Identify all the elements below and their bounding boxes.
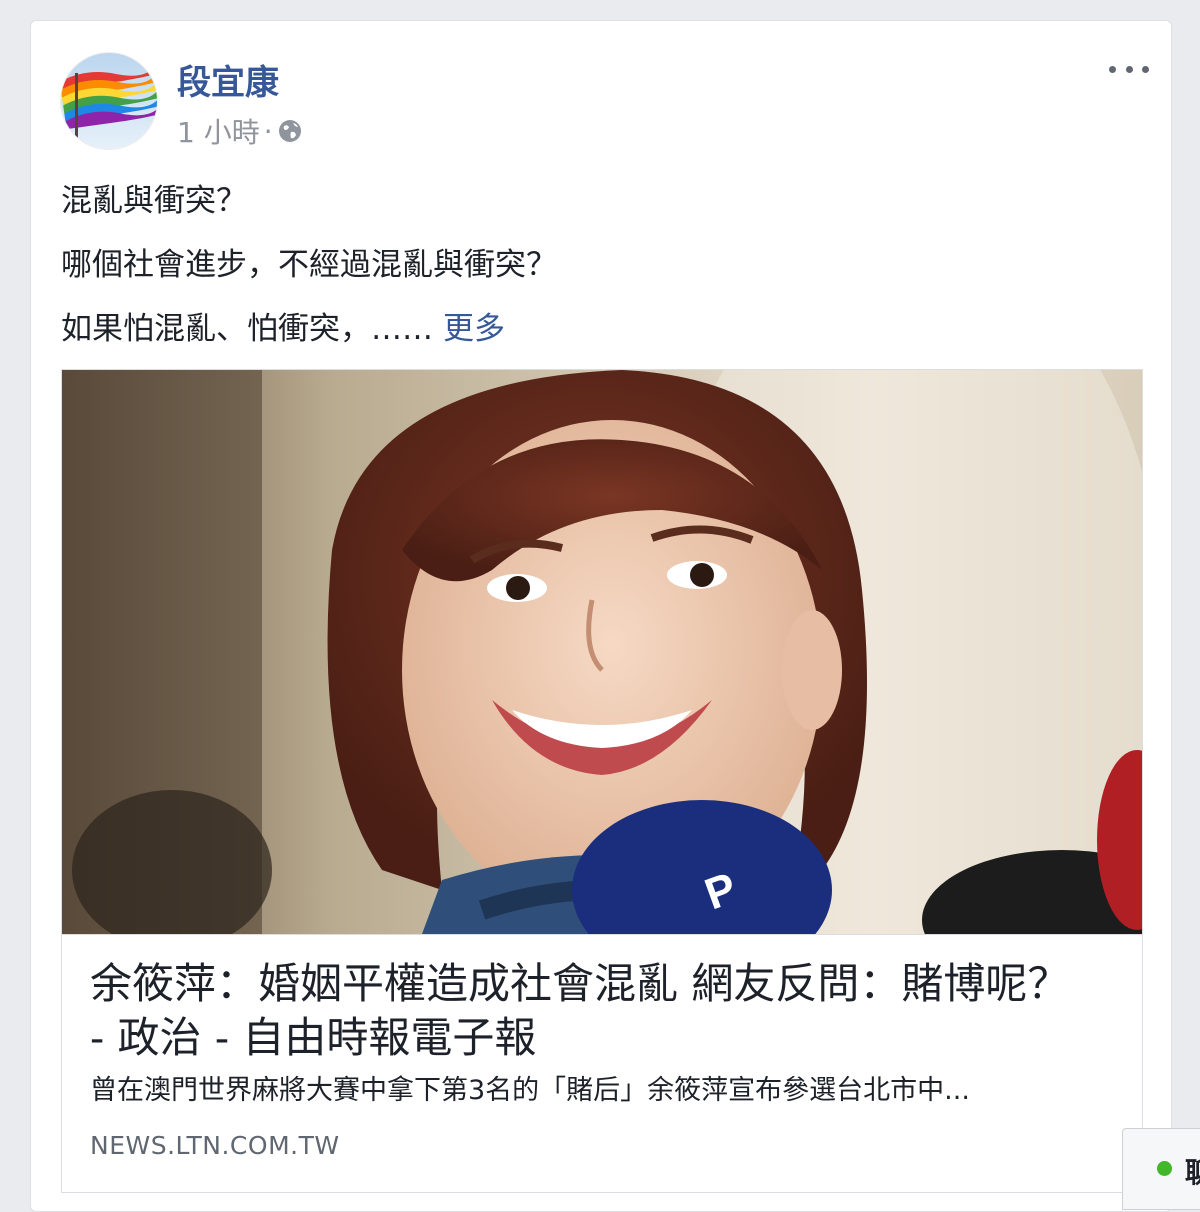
meta-separator: · — [263, 114, 273, 148]
post-line-1: 混亂與衝突？ — [61, 183, 247, 219]
feed-post: 段宜康 1 小時 · 混亂與衝突？ 哪個社會進步，不經過混亂與衝突？ 如果怕混亂… — [30, 20, 1172, 1212]
smiling-woman-photo: P — [62, 370, 1142, 934]
post-body: 混亂與衝突？ 哪個社會進步，不經過混亂與衝突？ 如果怕混亂、怕衝突，…… 更多 — [61, 169, 1141, 361]
chat-tab-label: 聊 — [1185, 1156, 1200, 1189]
post-line-3-text: 如果怕混亂、怕衝突，…… — [61, 311, 433, 347]
rainbow-flag-avatar-image — [61, 53, 157, 149]
link-preview-title[interactable]: 余筱萍：婚姻平權造成社會混亂 網友反問：賭博呢？ - 政治 - 自由時報電子報 — [90, 957, 1090, 1065]
link-preview-domain: NEWS.LTN.COM.TW — [90, 1131, 340, 1160]
article-photo[interactable]: P — [62, 370, 1142, 934]
see-more-link[interactable]: 更多 — [443, 311, 505, 347]
post-line-3: 如果怕混亂、怕衝突，…… 更多 — [61, 297, 1141, 361]
online-status-icon — [1157, 1161, 1172, 1176]
chat-sidebar-tab[interactable]: 聊 — [1122, 1128, 1200, 1210]
link-preview-card[interactable]: P 余筱萍：婚姻平權造成社會混亂 網友反問：賭博呢？ - 政治 - 自由時報電子… — [61, 369, 1143, 1193]
author-name-link[interactable]: 段宜康 — [177, 55, 279, 104]
link-preview-description: 曾在澳門世界麻將大賽中拿下第3名的「賭后」余筱萍宣布參選台北市中... — [90, 1075, 970, 1106]
author-avatar[interactable] — [61, 53, 157, 149]
link-preview-body[interactable]: 余筱萍：婚姻平權造成社會混亂 網友反問：賭博呢？ - 政治 - 自由時報電子報 … — [62, 934, 1142, 1192]
globe-icon[interactable] — [277, 118, 303, 144]
post-timestamp[interactable]: 1 小時 — [177, 111, 260, 151]
post-line-2: 哪個社會進步，不經過混亂與衝突？ — [61, 247, 557, 283]
post-meta: 1 小時 · — [177, 111, 303, 151]
more-options-icon[interactable] — [1109, 57, 1149, 81]
